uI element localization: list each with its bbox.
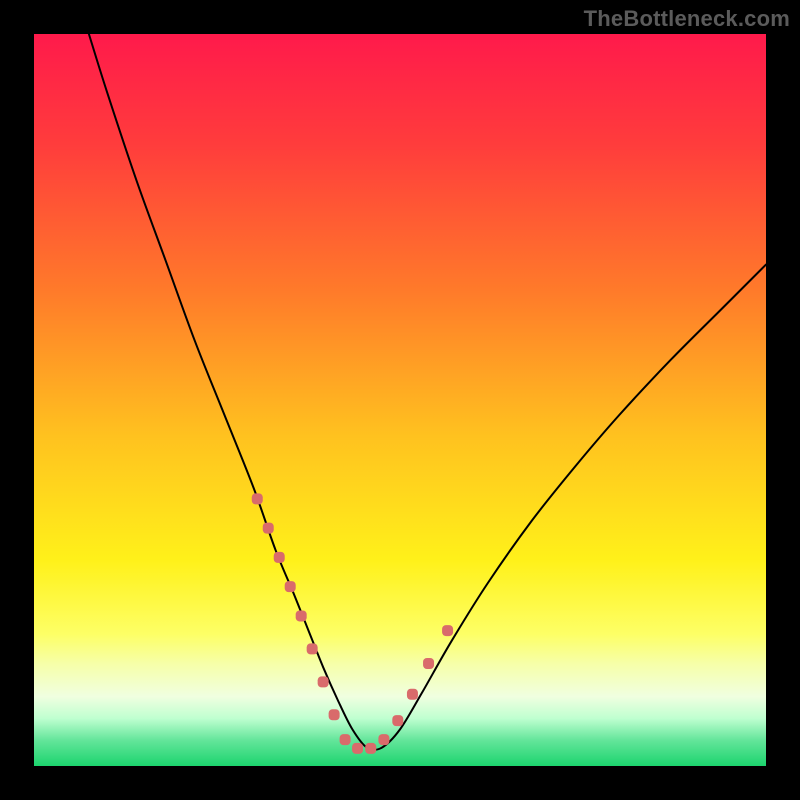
marker-valley-markers — [365, 743, 376, 754]
marker-left-shoulder-markers — [285, 581, 296, 592]
marker-valley-markers — [378, 734, 389, 745]
marker-left-shoulder-markers — [329, 709, 340, 720]
marker-right-shoulder-markers — [407, 689, 418, 700]
marker-right-shoulder-markers — [392, 715, 403, 726]
marker-valley-markers — [352, 743, 363, 754]
marker-valley-markers — [340, 734, 351, 745]
marker-right-shoulder-markers — [442, 625, 453, 636]
marker-left-shoulder-markers — [307, 643, 318, 654]
marker-right-shoulder-markers — [423, 658, 434, 669]
watermark-text: TheBottleneck.com — [584, 6, 790, 32]
chart-plot-area — [34, 34, 766, 766]
series-bottleneck-curve — [89, 34, 766, 750]
chart-curves-layer — [34, 34, 766, 766]
marker-left-shoulder-markers — [263, 523, 274, 534]
marker-left-shoulder-markers — [252, 493, 263, 504]
marker-left-shoulder-markers — [296, 610, 307, 621]
marker-left-shoulder-markers — [274, 552, 285, 563]
chart-stage: TheBottleneck.com — [0, 0, 800, 800]
marker-left-shoulder-markers — [318, 676, 329, 687]
